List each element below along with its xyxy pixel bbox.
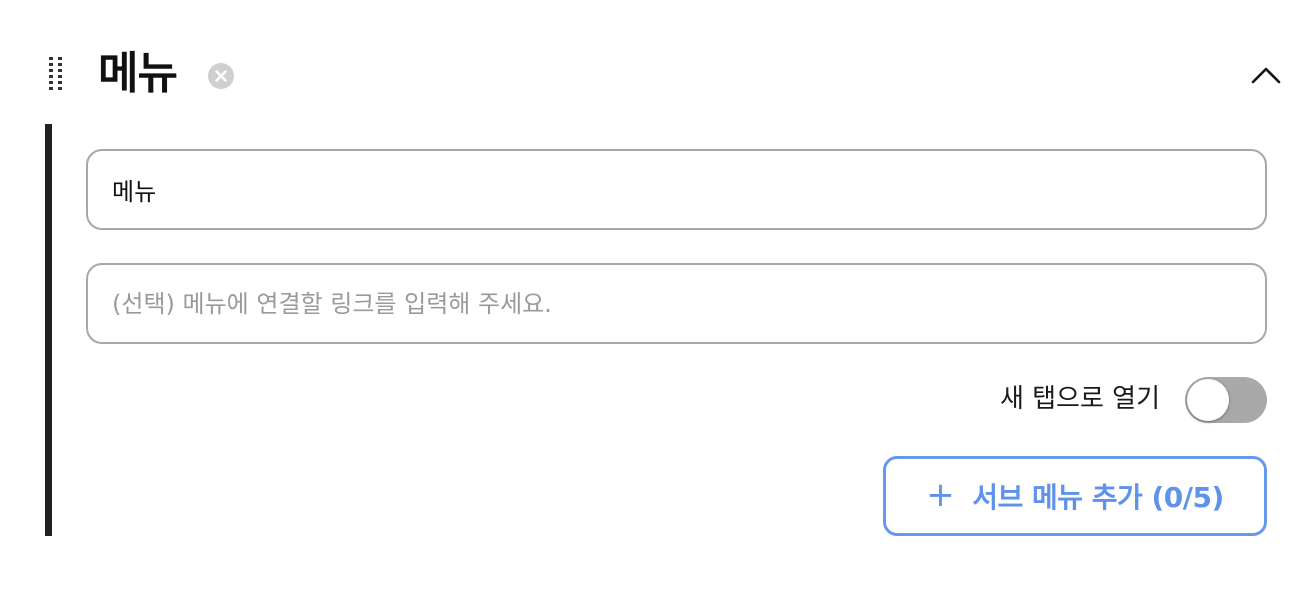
menu-title: 메뉴 bbox=[98, 48, 178, 99]
close-circle-icon[interactable] bbox=[208, 63, 234, 89]
add-submenu-label: 서브 메뉴 추가 (0/5) bbox=[972, 481, 1224, 514]
chevron-up-icon[interactable] bbox=[1248, 58, 1284, 94]
plus-icon: + bbox=[926, 474, 955, 515]
add-submenu-button[interactable]: + 서브 메뉴 추가 (0/5) bbox=[883, 456, 1267, 536]
section-accent-bar bbox=[45, 124, 52, 536]
new-tab-toggle[interactable] bbox=[1185, 377, 1267, 423]
toggle-knob bbox=[1187, 379, 1229, 421]
drag-handle-icon[interactable] bbox=[48, 56, 64, 96]
menu-name-input[interactable] bbox=[86, 149, 1267, 230]
menu-link-input[interactable] bbox=[86, 263, 1267, 344]
new-tab-label: 새 탭으로 열기 bbox=[999, 384, 1160, 414]
